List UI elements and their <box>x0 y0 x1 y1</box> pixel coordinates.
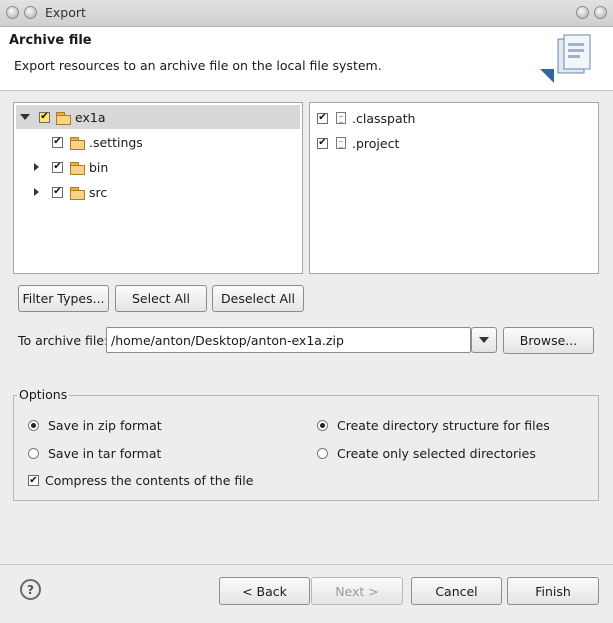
expand-arrow-icon[interactable] <box>34 188 39 196</box>
page-title: Archive file <box>9 33 92 48</box>
window-title: Export <box>45 5 86 20</box>
tree-item-ex1a[interactable]: ex1a <box>17 105 105 129</box>
minimize-button[interactable] <box>576 6 589 19</box>
browse-button[interactable]: Browse... <box>503 327 594 354</box>
tree-checkbox-settings[interactable] <box>52 136 63 148</box>
archive-path-input[interactable]: /home/anton/Desktop/anton-ex1a.zip <box>111 333 344 348</box>
help-icon[interactable]: ? <box>20 579 41 600</box>
tree-item-label: .settings <box>89 134 143 150</box>
title-bar: Export <box>0 0 613 27</box>
window-menu-button[interactable] <box>6 6 19 19</box>
tree-item-settings[interactable]: .settings <box>52 130 143 154</box>
zip-format-radio[interactable]: Save in zip format <box>28 418 162 433</box>
finish-button[interactable]: Finish <box>507 577 599 605</box>
radio-label: Create directory structure for files <box>337 418 550 433</box>
footer-separator <box>0 564 613 565</box>
page-description: Export resources to an archive file on t… <box>14 58 382 73</box>
collapse-arrow-icon[interactable] <box>20 114 30 120</box>
deselect-all-button[interactable]: Deselect All <box>212 285 304 312</box>
tree-checkbox-bin[interactable] <box>52 161 63 173</box>
expand-arrow-icon[interactable] <box>34 163 39 171</box>
file-list[interactable]: .classpath .project <box>309 102 599 274</box>
radio-button[interactable] <box>28 420 39 431</box>
export-wizard-icon <box>540 34 591 83</box>
file-checkbox-project[interactable] <box>317 137 328 149</box>
compress-checkbox[interactable]: Compress the contents of the file <box>28 473 253 488</box>
folder-open-icon <box>56 111 71 125</box>
folder-icon <box>70 136 85 150</box>
tree-item-src[interactable]: src <box>34 180 107 204</box>
close-button[interactable] <box>594 6 607 19</box>
tree-item-label: src <box>89 184 108 200</box>
shade-button[interactable] <box>24 6 37 19</box>
chevron-down-icon <box>479 337 489 343</box>
checkbox[interactable] <box>28 475 39 486</box>
file-item-label: .project <box>352 135 400 151</box>
radio-button[interactable] <box>317 420 328 431</box>
tar-format-radio[interactable]: Save in tar format <box>28 446 161 461</box>
tree-item-bin[interactable]: bin <box>34 155 108 179</box>
folder-icon <box>70 161 85 175</box>
checkbox-label: Compress the contents of the file <box>45 473 254 488</box>
next-button[interactable]: Next > <box>311 577 403 605</box>
archive-file-label: To archive file: <box>18 333 109 348</box>
tree-item-label: bin <box>89 159 109 175</box>
tree-item-label: ex1a <box>75 109 106 125</box>
file-item-classpath[interactable]: .classpath <box>317 106 415 130</box>
selected-dirs-radio[interactable]: Create only selected directories <box>317 446 536 461</box>
file-item-label: .classpath <box>352 110 416 126</box>
folder-icon <box>70 186 85 200</box>
resource-tree[interactable]: ex1a .settings bin src <box>13 102 303 274</box>
file-checkbox-classpath[interactable] <box>317 112 328 124</box>
radio-label: Save in tar format <box>48 446 162 461</box>
file-icon <box>336 137 346 149</box>
file-item-project[interactable]: .project <box>317 131 399 155</box>
radio-label: Create only selected directories <box>337 446 536 461</box>
create-structure-radio[interactable]: Create directory structure for files <box>317 418 550 433</box>
options-group-title: Options <box>17 387 70 402</box>
select-all-button[interactable]: Select All <box>115 285 207 312</box>
radio-button[interactable] <box>317 448 328 459</box>
archive-path-combo[interactable]: /home/anton/Desktop/anton-ex1a.zip <box>106 327 471 353</box>
file-icon <box>336 112 346 124</box>
tree-checkbox-ex1a[interactable] <box>39 111 50 123</box>
back-button[interactable]: < Back <box>219 577 310 605</box>
cancel-button[interactable]: Cancel <box>411 577 502 605</box>
archive-dropdown-button[interactable] <box>471 327 497 353</box>
filter-types-button[interactable]: Filter Types... <box>18 285 109 312</box>
tree-checkbox-src[interactable] <box>52 186 63 198</box>
wizard-banner: Archive file Export resources to an arch… <box>0 27 613 91</box>
radio-label: Save in zip format <box>48 418 162 433</box>
radio-button[interactable] <box>28 448 39 459</box>
